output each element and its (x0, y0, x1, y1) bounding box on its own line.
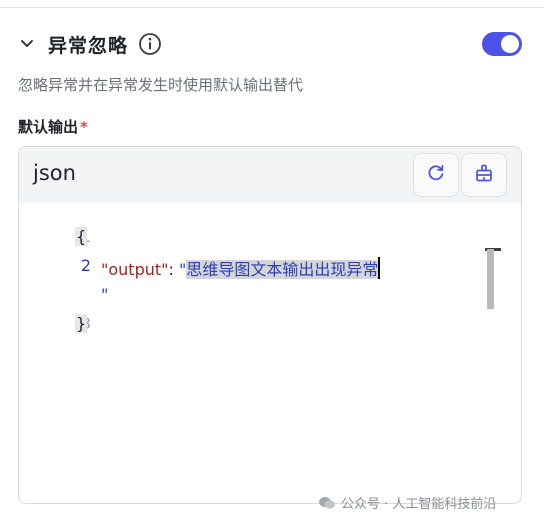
editor-toolbar: json (19, 147, 521, 203)
json-key: "output" (101, 260, 169, 279)
vertical-scrollbar[interactable] (487, 249, 494, 309)
code-line-3: } (75, 314, 88, 333)
open-brace: { (75, 227, 88, 246)
close-brace: } (75, 314, 88, 333)
format-button[interactable] (461, 153, 507, 197)
text-caret (378, 257, 381, 279)
code-line-1: { (75, 227, 88, 246)
code-line-2: "output": "思维导图文本输出出现异常 (101, 256, 381, 280)
info-icon[interactable] (138, 32, 162, 56)
json-value-end-quote: " (101, 285, 109, 304)
chevron-down-icon[interactable] (18, 35, 36, 53)
watermark: 公众号 · 人工智能科技前沿 (318, 493, 496, 512)
json-colon: : (168, 260, 179, 279)
code-line-2-wrap: " (101, 285, 108, 304)
code-area[interactable]: 1 2 3 { "output": "思维导图文本输出出现异常 " } (19, 203, 521, 503)
top-divider (0, 0, 544, 8)
required-mark: * (80, 118, 88, 136)
editor-language: json (33, 161, 76, 185)
wechat-icon (318, 496, 336, 510)
json-editor: json 1 2 3 { "output": "思维导图文本输出出现异常 " } (18, 146, 522, 504)
line-number-active: 2 (80, 256, 91, 275)
toggle-knob (501, 35, 519, 53)
section-title: 异常忽略 (48, 34, 129, 57)
watermark-text: 公众号 · 人工智能科技前沿 (341, 497, 497, 512)
field-label-text: 默认输出 (18, 118, 79, 136)
json-value-selected: 思维导图文本输出出现异常 (186, 260, 379, 279)
section-description: 忽略异常并在异常发生时使用默认输出替代 (18, 76, 304, 94)
format-brush-icon (474, 163, 494, 187)
default-output-label: 默认输出 * (18, 116, 88, 137)
exception-ignore-header: 异常忽略 (18, 28, 526, 60)
exception-ignore-toggle[interactable] (482, 32, 522, 56)
refresh-icon (426, 163, 446, 187)
reset-button[interactable] (413, 153, 459, 197)
